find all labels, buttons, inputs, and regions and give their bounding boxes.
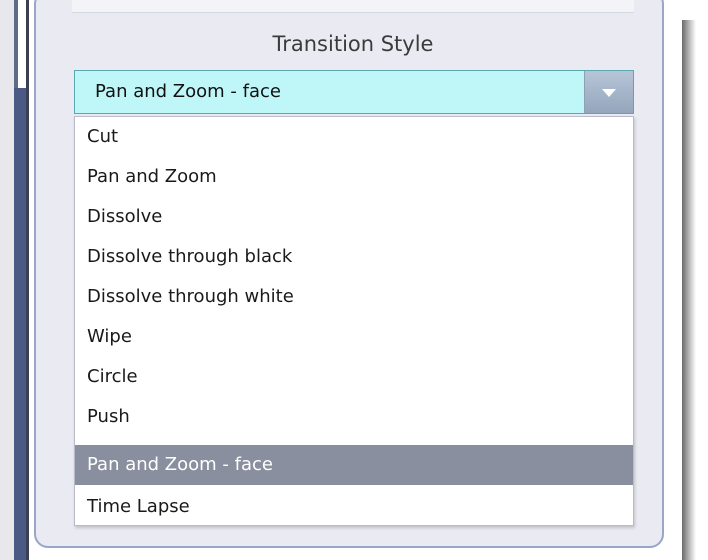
option-push[interactable]: Push — [75, 397, 633, 437]
select-current-value: Pan and Zoom - face — [95, 81, 281, 102]
chevron-down-icon — [602, 89, 616, 97]
option-dissolve[interactable]: Dissolve — [75, 197, 633, 237]
transition-style-select[interactable]: Pan and Zoom - face — [74, 70, 634, 114]
window-left-edge — [0, 0, 18, 560]
option-cut[interactable]: Cut — [75, 117, 633, 157]
window-right-shadow — [682, 20, 696, 560]
option-pan-and-zoom-face[interactable]: Pan and Zoom - face — [75, 445, 633, 485]
option-dissolve-through-white[interactable]: Dissolve through white — [75, 277, 633, 317]
section-title: Transition Style — [272, 32, 434, 56]
option-pan-and-zoom[interactable]: Pan and Zoom — [75, 157, 633, 197]
option-dissolve-through-black[interactable]: Dissolve through black — [75, 237, 633, 277]
option-wipe[interactable]: Wipe — [75, 317, 633, 357]
transition-style-options: Cut Pan and Zoom Dissolve Dissolve throu… — [74, 116, 634, 526]
window-left-accent — [14, 88, 26, 560]
panel-top-divider — [72, 0, 634, 13]
option-time-lapse[interactable]: Time Lapse — [75, 487, 633, 527]
window-left-border — [26, 0, 29, 560]
dropdown-toggle-button[interactable] — [584, 71, 633, 113]
option-circle[interactable]: Circle — [75, 357, 633, 397]
